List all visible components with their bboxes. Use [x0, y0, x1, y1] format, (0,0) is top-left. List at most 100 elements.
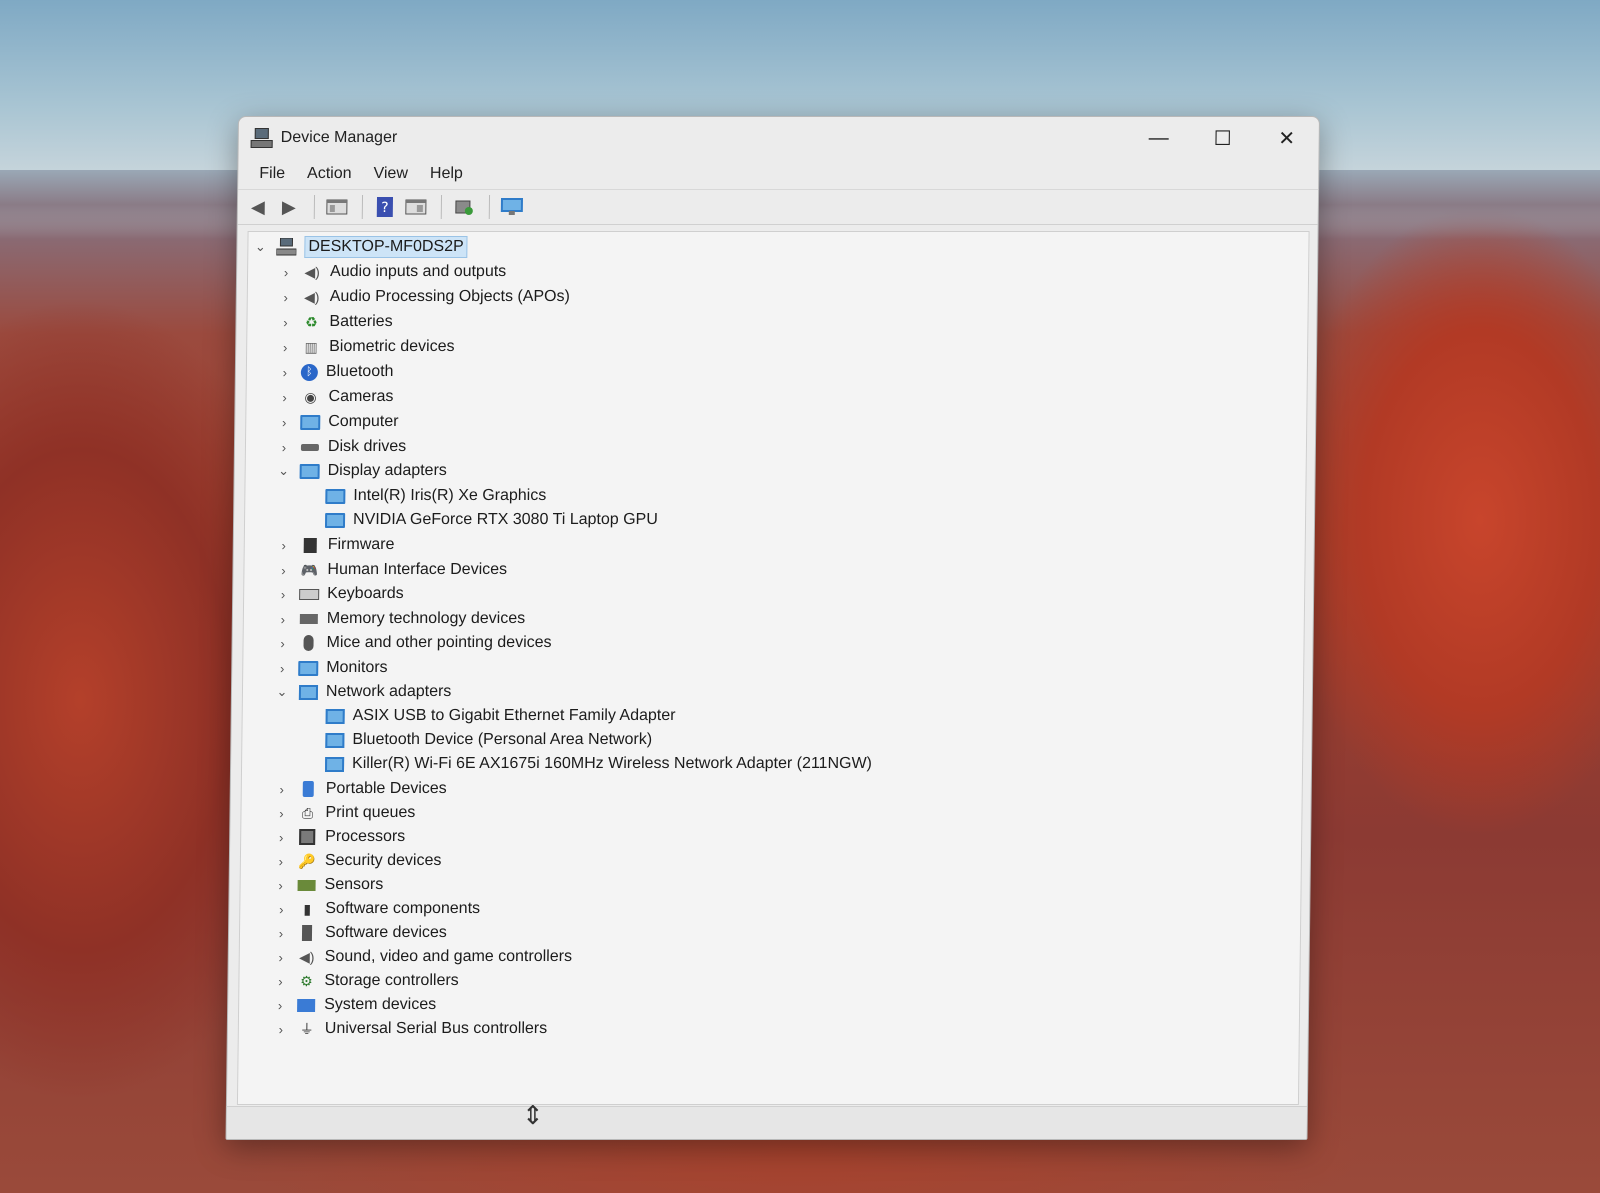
portable-device-icon — [298, 780, 318, 798]
tree-item-software-devices[interactable]: › Software devices — [273, 921, 447, 945]
forward-icon[interactable]: ▶ — [275, 194, 303, 220]
chevron-right-icon[interactable]: › — [273, 830, 289, 845]
tree-item-sensors[interactable]: › Sensors — [272, 873, 383, 897]
menu-bar: File Action View Help — [238, 159, 1318, 189]
chevron-right-icon[interactable]: › — [274, 782, 290, 797]
battery-icon: ♻ — [305, 313, 318, 330]
chevron-down-icon[interactable]: ⌄ — [274, 684, 290, 700]
toolbar: ◀ ▶ ? — [237, 189, 1319, 225]
chevron-right-icon[interactable]: › — [273, 878, 289, 893]
chevron-right-icon[interactable]: › — [273, 806, 289, 821]
keyboard-icon — [299, 585, 320, 603]
computer-name: DESKTOP-MF0DS2P — [304, 236, 468, 258]
menu-action[interactable]: Action — [296, 161, 363, 187]
chevron-right-icon[interactable]: › — [276, 390, 292, 405]
tree-item-disk-drives[interactable]: › Disk drives — [276, 435, 407, 459]
speaker-icon: ◀) — [303, 288, 320, 305]
properties-icon[interactable] — [402, 194, 430, 220]
mouse-icon — [298, 634, 318, 652]
chevron-right-icon[interactable]: › — [273, 950, 289, 965]
tree-item-keyboards[interactable]: › Keyboards — [275, 582, 404, 606]
disk-icon — [300, 438, 320, 456]
chevron-down-icon[interactable]: ⌄ — [276, 463, 292, 479]
menu-view[interactable]: View — [362, 161, 419, 187]
chevron-right-icon[interactable]: › — [275, 563, 291, 578]
minimize-button[interactable]: — — [1126, 117, 1191, 159]
chevron-right-icon[interactable]: › — [273, 926, 289, 941]
tree-item-sound-video[interactable]: › ◀) Sound, video and game controllers — [273, 945, 573, 969]
display-adapter-icon — [299, 462, 320, 480]
update-driver-icon[interactable] — [450, 194, 478, 220]
help-icon[interactable]: ? — [371, 194, 399, 220]
speaker-icon: ◀) — [298, 948, 315, 965]
chevron-right-icon[interactable]: › — [276, 415, 292, 430]
resize-cursor-icon: ⇕ — [522, 1100, 544, 1130]
tree-root[interactable]: ⌄ DESKTOP-MF0DS2P — [252, 235, 468, 259]
chevron-right-icon[interactable]: › — [273, 1022, 289, 1037]
device-tree[interactable]: ⌄ DESKTOP-MF0DS2P › ◀) Audio inputs and ou… — [236, 231, 1310, 1105]
tree-item-security-devices[interactable]: › 🔑 Security devices — [273, 849, 442, 873]
tree-item-bluetooth[interactable]: › ᛒ Bluetooth — [277, 360, 394, 384]
tree-item-display-adapters[interactable]: ⌄ Display adapters — [276, 459, 447, 483]
back-icon[interactable]: ◀ — [244, 194, 272, 220]
chevron-right-icon[interactable]: › — [277, 315, 293, 330]
tree-child-asix-ethernet[interactable]: ASIX USB to Gigabit Ethernet Family Adap… — [325, 704, 676, 728]
tree-item-batteries[interactable]: › ♻ Batteries — [277, 310, 393, 334]
chevron-right-icon[interactable]: › — [276, 440, 292, 455]
chevron-right-icon[interactable]: › — [274, 661, 290, 676]
chevron-right-icon[interactable]: › — [275, 612, 291, 627]
tree-item-memory[interactable]: › Memory technology devices — [275, 607, 526, 631]
maximize-button[interactable]: ☐ — [1190, 117, 1255, 159]
show-hide-console-tree-icon[interactable] — [323, 194, 351, 220]
security-icon: 🔑 — [298, 852, 316, 869]
tree-item-biometric[interactable]: › ▥ Biometric devices — [277, 335, 455, 359]
tree-item-print-queues[interactable]: › ⎙ Print queues — [273, 801, 415, 825]
status-bar — [226, 1106, 1307, 1139]
tree-item-cameras[interactable]: › ◉ Cameras — [276, 385, 393, 409]
chevron-right-icon[interactable]: › — [275, 587, 291, 602]
chevron-right-icon[interactable]: › — [277, 365, 293, 380]
tree-item-mice[interactable]: › Mice and other pointing devices — [274, 631, 552, 655]
chevron-right-icon[interactable]: › — [278, 290, 294, 305]
chevron-right-icon[interactable]: › — [274, 636, 290, 651]
chevron-right-icon[interactable]: › — [278, 265, 294, 280]
chevron-right-icon[interactable]: › — [272, 998, 288, 1013]
chevron-down-icon[interactable]: ⌄ — [252, 239, 268, 255]
tree-item-computer[interactable]: › Computer — [276, 410, 399, 434]
close-button[interactable]: ✕ — [1254, 117, 1319, 159]
chevron-right-icon[interactable]: › — [272, 974, 288, 989]
tree-child-intel-graphics[interactable]: Intel(R) Iris(R) Xe Graphics — [325, 484, 546, 508]
tree-item-system-devices[interactable]: › System devices — [272, 993, 436, 1017]
software-component-icon: ▮ — [303, 900, 312, 917]
speaker-icon: ◀) — [304, 263, 320, 280]
tree-item-hid[interactable]: › 🎮 Human Interface Devices — [275, 558, 507, 582]
title-bar[interactable]: Device Manager — ☐ ✕ — [238, 117, 1319, 159]
tree-item-processors[interactable]: › Processors — [273, 825, 405, 849]
chevron-right-icon[interactable]: › — [273, 902, 289, 917]
tree-item-firmware[interactable]: › Firmware — [276, 533, 395, 557]
tree-item-usb-controllers[interactable]: › ⏚ Universal Serial Bus controllers — [273, 1017, 548, 1041]
menu-help[interactable]: Help — [419, 161, 474, 187]
chevron-right-icon[interactable]: › — [277, 340, 293, 355]
processor-icon — [297, 828, 317, 846]
tree-child-bluetooth-pan[interactable]: Bluetooth Device (Personal Area Network) — [324, 728, 652, 752]
display-adapter-icon — [324, 511, 346, 529]
tree-child-nvidia-gpu[interactable]: NVIDIA GeForce RTX 3080 Ti Laptop GPU — [324, 508, 658, 532]
tree-item-portable-devices[interactable]: › Portable Devices — [274, 777, 447, 801]
chevron-right-icon[interactable]: › — [273, 854, 289, 869]
tree-item-network-adapters[interactable]: ⌄ Network adapters — [274, 680, 452, 704]
device-manager-app-icon — [250, 128, 273, 148]
scan-hardware-icon[interactable] — [498, 194, 526, 220]
tree-item-software-components[interactable]: › ▮ Software components — [273, 897, 480, 921]
device-manager-window: Device Manager — ☐ ✕ File Action View He… — [225, 116, 1320, 1140]
tree-child-killer-wifi[interactable]: Killer(R) Wi-Fi 6E AX1675i 160MHz Wirele… — [324, 752, 872, 776]
tree-item-audio-processing[interactable]: › ◀) Audio Processing Objects (APOs) — [278, 285, 570, 309]
software-device-icon — [297, 924, 317, 942]
tree-item-audio-inputs[interactable]: › ◀) Audio inputs and outputs — [278, 260, 507, 284]
chevron-right-icon[interactable]: › — [276, 538, 292, 553]
camera-icon: ◉ — [304, 388, 317, 405]
menu-file[interactable]: File — [248, 161, 296, 187]
tree-item-storage-controllers[interactable]: › ⚙ Storage controllers — [272, 969, 459, 993]
tree-item-monitors[interactable]: › Monitors — [274, 656, 388, 680]
window-title: Device Manager — [280, 129, 398, 146]
